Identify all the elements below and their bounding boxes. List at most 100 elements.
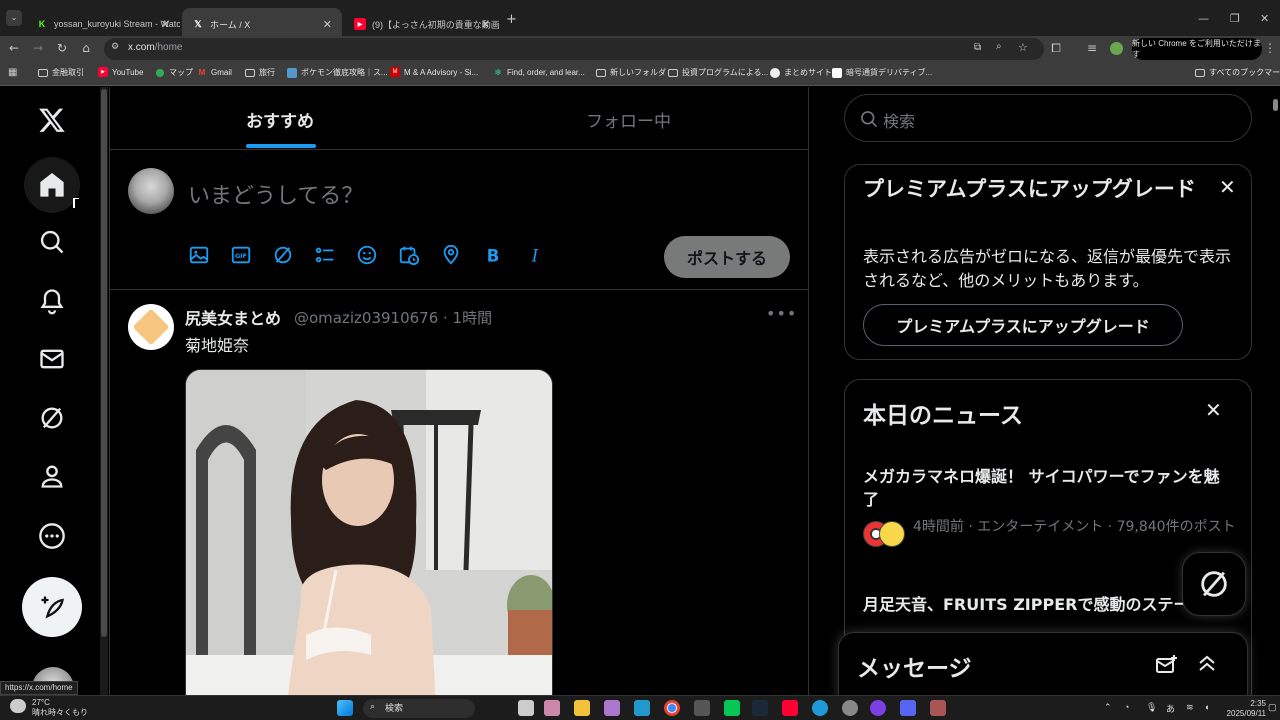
poll-icon[interactable] [314,244,336,266]
bookmark-folder[interactable]: 投資プログラムによる... [668,67,768,78]
close-icon[interactable]: ✕ [1205,398,1222,422]
all-bookmarks[interactable]: すべてのブックマーク [1195,67,1280,78]
app-icon[interactable] [930,700,946,716]
nav-notifications[interactable] [24,273,80,329]
emoji-icon[interactable] [356,244,378,266]
file-explorer-icon[interactable] [574,700,590,716]
start-icon[interactable] [337,700,353,716]
wifi-icon[interactable]: ≋ [1186,702,1194,713]
news-item-headline[interactable]: メガカラマネロ爆誕！ サイコパワーでファンを魅了 [863,465,1233,511]
composer-input[interactable]: いまどうしてる？ [188,178,363,210]
news-item-headline[interactable]: 月足天音、FRUITS ZIPPERで感動のステージ帰 [863,593,1233,616]
page-scrollbar[interactable] [1270,87,1280,695]
bookmark-youtube[interactable]: ▶ YouTube [98,67,143,77]
edge-icon[interactable] [812,700,828,716]
nav-home[interactable] [24,157,80,213]
zoom-icon[interactable]: ⌕ [996,41,1002,52]
scrollbar-thumb[interactable] [1273,99,1278,111]
post-submit-button[interactable]: ポストする [664,236,790,278]
tweet-handle-time[interactable]: @omaziz03910676 · 1時間 [294,307,492,328]
nav-profile[interactable] [24,448,80,504]
volume-icon[interactable]: ◖ [1204,702,1209,712]
premium-upgrade-button[interactable]: プレミアムプラスにアップグレード [863,304,1183,346]
gif-icon[interactable]: GIF [230,244,252,266]
schedule-icon[interactable] [398,244,420,266]
site-info-icon[interactable]: ⚙ [111,42,119,52]
restore-icon[interactable]: ❐ [1230,12,1240,25]
close-icon[interactable]: ✕ [323,18,332,31]
address-bar[interactable]: ⚙ x.com/home ⧉ ⌕ ☆ [104,38,1044,60]
taskbar-search[interactable]: 検索 [363,699,475,718]
minimize-icon[interactable]: — [1198,12,1209,25]
close-icon[interactable]: ✕ [161,18,170,31]
avatar[interactable] [128,304,174,350]
bookmark-gmail[interactable]: M Gmail [197,67,232,77]
line-icon[interactable] [724,700,740,716]
location-icon[interactable] [440,244,462,266]
tweet-photo[interactable] [185,369,553,695]
tweet-author-name[interactable]: 尻美女まとめ [185,305,281,329]
chevron-up-icon[interactable]: ⌃ [1104,702,1112,713]
bookmark-crypto[interactable]: 暗号通貨デリバティブ... [832,67,932,78]
weather-icon[interactable] [10,699,26,713]
bookmark-star-icon[interactable]: ☆ [1018,41,1028,54]
extensions-icon[interactable]: ⧠ [1048,41,1064,56]
new-message-icon[interactable] [1154,653,1178,677]
chrome-update-button[interactable]: 新しい Chrome をご利用いただけます [1132,38,1262,60]
forward-icon[interactable]: → [30,41,46,55]
reload-icon[interactable]: ↻ [54,41,70,55]
nav-messages[interactable] [24,331,80,387]
nav-grok[interactable] [24,390,80,446]
app-icon[interactable] [634,700,650,716]
chrome-icon[interactable] [664,700,680,716]
bookmark-find-order[interactable]: ✻ Find, order, and lear... [493,67,585,77]
x-logo[interactable] [24,92,80,148]
nav-explore[interactable] [24,214,80,270]
calculator-icon[interactable] [694,700,710,716]
tab-for-you[interactable]: おすすめ [246,107,314,132]
bookmark-ma-advisory[interactable]: M M & A Advisory - Si... [390,67,478,77]
new-tab-button[interactable]: + [506,12,517,27]
close-icon[interactable]: ✕ [481,18,490,31]
left-scrollbar[interactable] [100,87,108,695]
tab-search-button[interactable]: ⌄ [6,10,22,26]
ime-indicator[interactable]: あ [1166,702,1175,715]
microphone-icon[interactable]: 🎙 [1146,702,1157,713]
app-icon[interactable] [544,700,560,716]
tweet[interactable]: 尻美女まとめ @omaziz03910676 · 1時間 ••• 菊地姫奈 [110,290,809,695]
avatar[interactable] [128,168,174,214]
scrollbar-thumb[interactable] [101,89,107,637]
chevron-up-double-icon[interactable] [1195,651,1219,675]
grok-icon[interactable] [272,244,294,266]
search-box[interactable]: 検索 [844,94,1252,142]
bookmark-matome[interactable]: まとめサイト [770,67,832,78]
back-icon[interactable]: ← [6,41,22,55]
grok-button[interactable] [1182,552,1246,616]
italic-icon[interactable]: I [524,244,546,266]
close-icon[interactable]: ✕ [1219,175,1236,199]
close-window-icon[interactable]: ✕ [1260,12,1269,25]
profile-avatar[interactable] [1110,42,1123,55]
search-input[interactable]: 検索 [883,108,915,132]
bookmark-folder[interactable]: 旅行 [245,67,275,78]
nav-more[interactable] [24,508,80,564]
menu-icon[interactable]: ⋮ [1262,41,1278,55]
app-icon[interactable] [604,700,620,716]
network-icon[interactable]: ◔ [1124,702,1129,712]
screen-cast-icon[interactable]: ⧉ [974,42,981,53]
bookmark-pokemon[interactable]: ポケモン徹底攻略｜ス... [287,67,388,78]
home-icon[interactable]: ⌂ [78,41,94,55]
bookmark-folder[interactable]: 金融取引 [38,67,84,78]
weather-widget[interactable]: 27°C 晴れ時々くもり [32,698,88,718]
media-icon[interactable] [188,244,210,266]
discord-icon[interactable] [900,700,916,716]
clock[interactable]: 2:35 2025/09/11 [1224,699,1266,719]
bold-icon[interactable]: B [482,244,504,266]
apps-icon[interactable]: ▦ [8,67,17,78]
bookmark-folder[interactable]: 新しいフォルダ [596,67,666,78]
app-icon[interactable] [842,700,858,716]
compose-post-button[interactable] [22,577,82,637]
bookmark-maps[interactable]: ⬤ マップ [155,67,193,78]
youtube-icon[interactable] [782,700,798,716]
app-icon[interactable] [870,700,886,716]
